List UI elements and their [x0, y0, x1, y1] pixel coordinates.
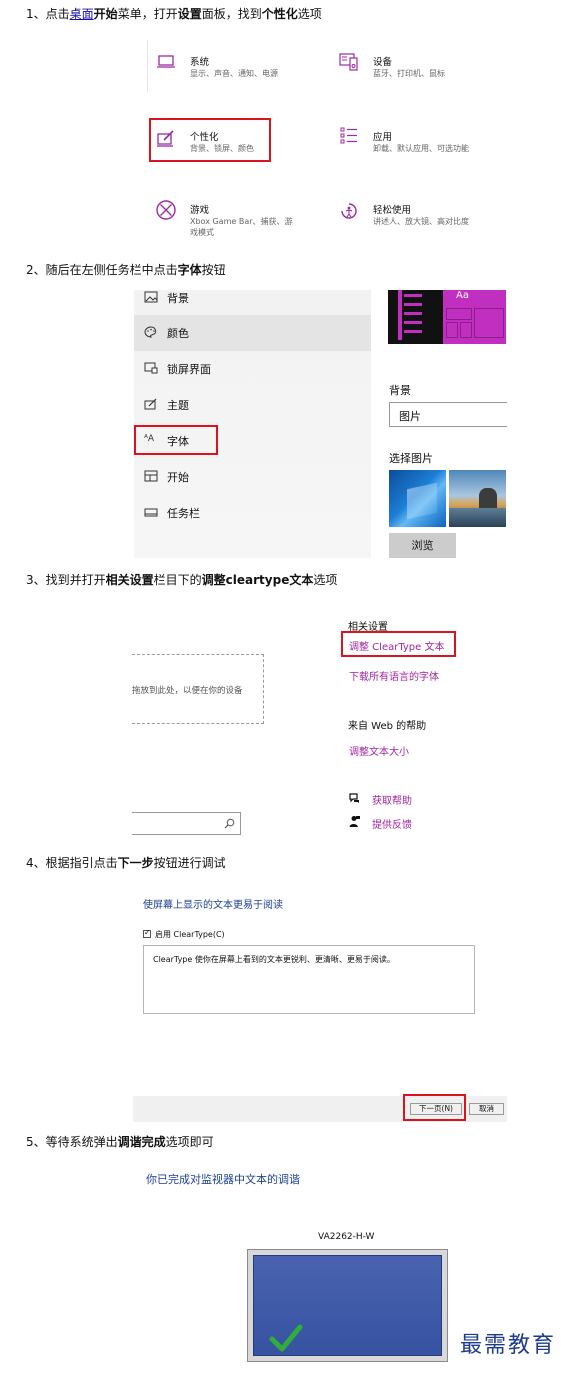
sidebar-item-label: 颜色 [167, 327, 189, 340]
sidebar-item-lock-screen[interactable]: 锁屏界面 [134, 351, 371, 387]
tile-subtitle: 蓝牙、打印机、鼠标 [373, 69, 445, 78]
font-drop-zone[interactable]: 拖放到此处，以便在你的设备 [132, 654, 264, 724]
tile-subtitle: 讲述人、放大镜、高对比度 [373, 217, 469, 226]
step-4-text: 4、根据指引点击下一步按钮进行调试 [26, 856, 226, 870]
download-fonts-link[interactable]: 下载所有语言的字体 [349, 668, 439, 683]
monitor-screen [253, 1255, 442, 1356]
tile-title: 游戏 [190, 205, 210, 216]
preview-text: Aa [456, 290, 469, 301]
highlight-box [341, 631, 456, 657]
tile-subtitle-line2: 戏模式 [190, 228, 214, 237]
drop-zone-text: 拖放到此处，以便在你的设备 [132, 686, 243, 696]
wallpaper-thumb-beach[interactable] [449, 470, 506, 527]
sidebar-item-taskbar[interactable]: 任务栏 [134, 495, 371, 531]
step-2-text: 2、随后在左侧任务栏中点击字体按钮 [26, 263, 226, 277]
web-help-heading: 来自 Web 的帮助 [348, 721, 427, 732]
tile-title: 系统 [190, 57, 210, 68]
watermark-logo: 最需教育 [460, 1333, 557, 1358]
ease-of-access-icon [341, 203, 357, 219]
cleartype-description: ClearType 使你在屏幕上看到的文本更锐利、更清晰、更易于阅读。 [153, 955, 395, 964]
theme-preview: Aa [388, 290, 506, 344]
xbox-icon [156, 200, 176, 220]
highlight-box [403, 1094, 466, 1121]
background-select-value: 图片 [399, 410, 421, 423]
step-1-text: 1、点击桌面开始菜单，打开设置面板，找到个性化选项 [26, 7, 322, 21]
get-help-link[interactable]: 获取帮助 [372, 792, 412, 807]
tile-subtitle: 卸载、默认应用、可选功能 [373, 144, 469, 153]
highlight-box [134, 425, 218, 455]
settings-tile-apps[interactable]: 应用 卸载、默认应用、可选功能 [333, 120, 503, 164]
tile-title: 轻松使用 [373, 205, 412, 216]
enable-cleartype-label: 启用 ClearType(C) [155, 930, 225, 939]
background-select[interactable]: 图片 [389, 402, 507, 427]
sidebar-item-label: 背景 [167, 292, 189, 305]
laptop-icon [157, 55, 175, 68]
sidebar-item-label: 开始 [167, 471, 189, 484]
devices-icon [339, 53, 358, 71]
cleartype-heading: 使屏幕上显示的文本更易于阅读 [143, 900, 283, 911]
background-label: 背景 [389, 384, 411, 397]
tile-title: 应用 [373, 132, 393, 143]
tile-subtitle-line1: Xbox Game Bar、捕获、游 [190, 217, 293, 226]
feedback-icon [349, 816, 360, 827]
cleartype-description-box: ClearType 使你在屏幕上看到的文本更锐利、更清晰、更易于阅读。 [143, 945, 475, 1014]
give-feedback-link[interactable]: 提供反馈 [372, 816, 412, 831]
settings-tile-ease-of-access[interactable]: 轻松使用 讲述人、放大镜、高对比度 [333, 194, 503, 238]
check-icon [269, 1324, 303, 1352]
monitor-frame [247, 1249, 448, 1362]
highlight-box [149, 118, 271, 162]
wallpaper-thumb-windows[interactable] [389, 470, 446, 527]
enable-cleartype-checkbox[interactable]: ✓ [143, 928, 151, 938]
tile-title: 设备 [373, 57, 393, 68]
font-search-input[interactable] [132, 812, 241, 835]
choose-picture-label: 选择图片 [389, 452, 433, 465]
step-3-text: 3、找到并打开相关设置栏目下的调整cleartype文本选项 [26, 573, 338, 587]
sidebar-item-label: 主题 [167, 399, 189, 412]
sidebar-item-themes[interactable]: 主题 [134, 387, 371, 423]
tile-subtitle: 显示、声音、通知、电源 [190, 69, 278, 78]
palette-icon [144, 326, 158, 338]
settings-tile-devices[interactable]: 设备 蓝牙、打印机、鼠标 [333, 46, 503, 90]
sidebar-item-colors[interactable]: 颜色 [134, 315, 371, 351]
browse-button[interactable]: 浏览 [389, 533, 456, 558]
apps-icon [340, 127, 357, 144]
image-icon [144, 291, 158, 303]
settings-tile-system[interactable]: 系统 显示、声音、通知、电源 [150, 46, 310, 90]
sidebar-item-start[interactable]: 开始 [134, 459, 371, 495]
checkmark-icon: ✓ [144, 928, 151, 937]
completion-heading: 你已完成对监视器中文本的调谐 [146, 1173, 300, 1186]
help-chat-icon [349, 793, 359, 803]
settings-tile-gaming[interactable]: 游戏 Xbox Game Bar、捕获、游 戏模式 [150, 194, 320, 242]
monitor-name: VA2262-H-W [318, 1232, 375, 1242]
start-icon [144, 470, 158, 482]
sidebar-item-label: 任务栏 [167, 507, 200, 520]
theme-icon [144, 398, 158, 410]
taskbar-icon [144, 506, 158, 518]
step-5-text: 5、等待系统弹出调谐完成选项即可 [26, 1135, 214, 1149]
cancel-button[interactable]: 取消 [469, 1103, 504, 1115]
desktop-link[interactable]: 桌面 [70, 7, 94, 21]
search-icon [224, 818, 235, 829]
sidebar-item-label: 锁屏界面 [167, 363, 211, 376]
adjust-text-size-link[interactable]: 调整文本大小 [349, 743, 409, 758]
sidebar-item-background[interactable]: 背景 [134, 280, 371, 316]
lock-screen-icon [144, 362, 158, 374]
grid-divider [147, 40, 148, 92]
